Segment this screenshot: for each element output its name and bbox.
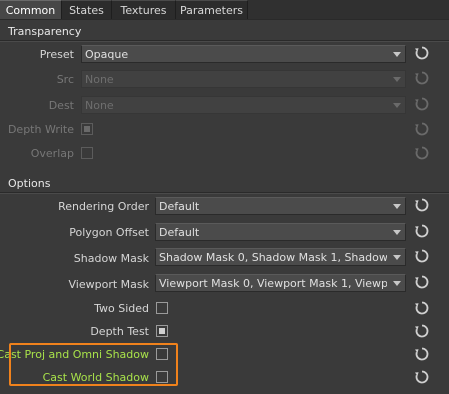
tab-parameters[interactable]: Parameters xyxy=(176,0,248,19)
reset-icon[interactable] xyxy=(414,248,430,264)
chevron-down-icon xyxy=(393,281,401,286)
tab-textures[interactable]: Textures xyxy=(112,0,176,19)
depth-test-label: Depth Test xyxy=(90,325,149,338)
src-value: None xyxy=(85,73,114,86)
chevron-down-icon xyxy=(393,255,401,260)
chevron-down-icon xyxy=(393,204,401,209)
shadow-mask-dropdown[interactable]: Shadow Mask 0, Shadow Mask 1, Shadow Mas… xyxy=(155,248,406,266)
chevron-down-icon xyxy=(393,52,401,57)
viewport-mask-dropdown[interactable]: Viewport Mask 0, Viewport Mask 1, Viewpo… xyxy=(155,274,406,292)
reset-icon xyxy=(414,146,429,160)
reset-icon[interactable] xyxy=(414,369,430,385)
two-sided-label: Two Sided xyxy=(94,302,149,315)
rendering-order-label: Rendering Order xyxy=(58,200,149,213)
preset-label: Preset xyxy=(39,48,74,61)
src-label: Src xyxy=(56,73,74,86)
reset-icon xyxy=(414,122,429,136)
dest-value: None xyxy=(85,99,114,112)
tab-common[interactable]: Common xyxy=(0,0,62,19)
viewport-mask-label: Viewport Mask xyxy=(68,278,149,291)
preset-dropdown[interactable]: Opaque xyxy=(81,45,406,63)
chevron-down-icon xyxy=(393,230,401,235)
section-title-transparency: Transparency xyxy=(8,25,82,38)
reset-icon[interactable] xyxy=(414,300,430,316)
polygon-offset-label: Polygon Offset xyxy=(69,226,149,239)
reset-icon[interactable] xyxy=(414,45,430,61)
overlap-label: Overlap xyxy=(30,147,74,160)
polygon-offset-value: Default xyxy=(159,226,200,239)
shadow-mask-value: Shadow Mask 0, Shadow Mask 1, Shadow Mas… xyxy=(159,251,387,264)
section-divider xyxy=(0,40,449,42)
reset-icon xyxy=(414,71,429,85)
dest-dropdown[interactable]: None xyxy=(81,96,406,114)
tab-states[interactable]: States xyxy=(62,0,112,19)
chevron-down-icon xyxy=(393,77,401,82)
reset-icon[interactable] xyxy=(414,223,430,239)
rendering-order-value: Default xyxy=(159,200,200,213)
dest-label: Dest xyxy=(48,99,74,112)
section-divider xyxy=(0,192,449,194)
src-dropdown[interactable]: None xyxy=(81,70,406,88)
reset-icon[interactable] xyxy=(414,323,430,339)
two-sided-checkbox[interactable] xyxy=(156,302,168,314)
rendering-order-dropdown[interactable]: Default xyxy=(155,197,406,215)
depth-write-label: Depth Write xyxy=(7,123,74,136)
depth-write-checkbox[interactable] xyxy=(81,123,93,135)
highlight-box xyxy=(9,343,178,386)
overlap-checkbox[interactable] xyxy=(81,147,93,159)
chevron-down-icon xyxy=(393,103,401,108)
viewport-mask-value: Viewport Mask 0, Viewport Mask 1, Viewpo… xyxy=(159,277,387,290)
reset-icon xyxy=(414,97,429,111)
shadow-mask-label: Shadow Mask xyxy=(73,252,149,265)
reset-icon[interactable] xyxy=(414,197,430,213)
polygon-offset-dropdown[interactable]: Default xyxy=(155,223,406,241)
depth-test-checkbox[interactable] xyxy=(156,325,168,337)
preset-value: Opaque xyxy=(85,48,129,61)
reset-icon[interactable] xyxy=(414,274,430,290)
tab-bar: Common States Textures Parameters xyxy=(0,0,449,19)
reset-icon[interactable] xyxy=(414,346,430,362)
section-title-options: Options xyxy=(8,177,51,190)
